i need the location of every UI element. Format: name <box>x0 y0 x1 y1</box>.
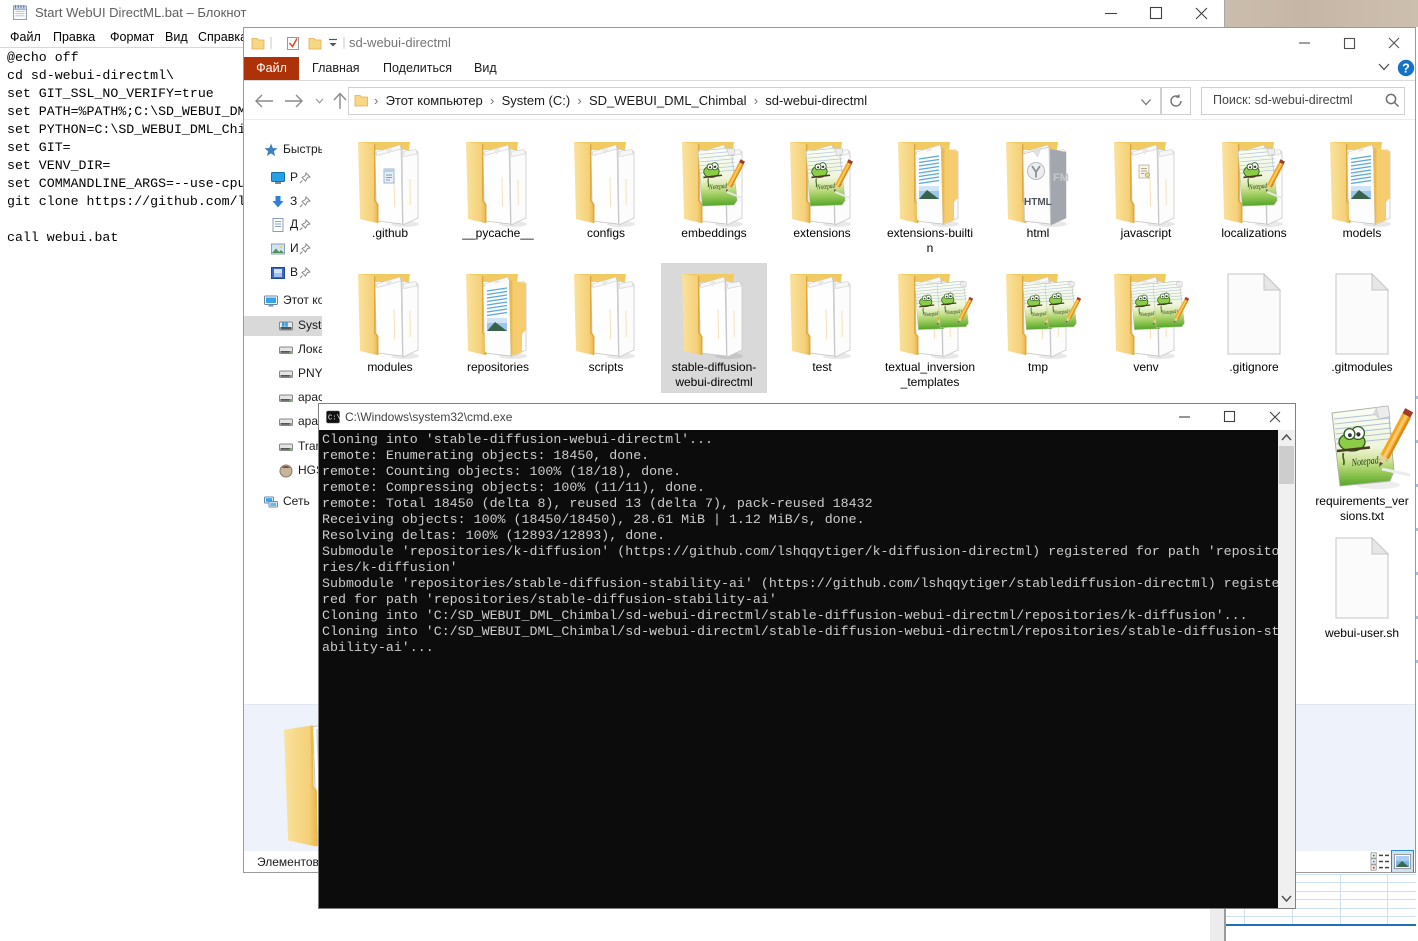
svg-text:?: ? <box>1402 61 1410 75</box>
svg-text:C:\: C:\ <box>328 415 340 423</box>
